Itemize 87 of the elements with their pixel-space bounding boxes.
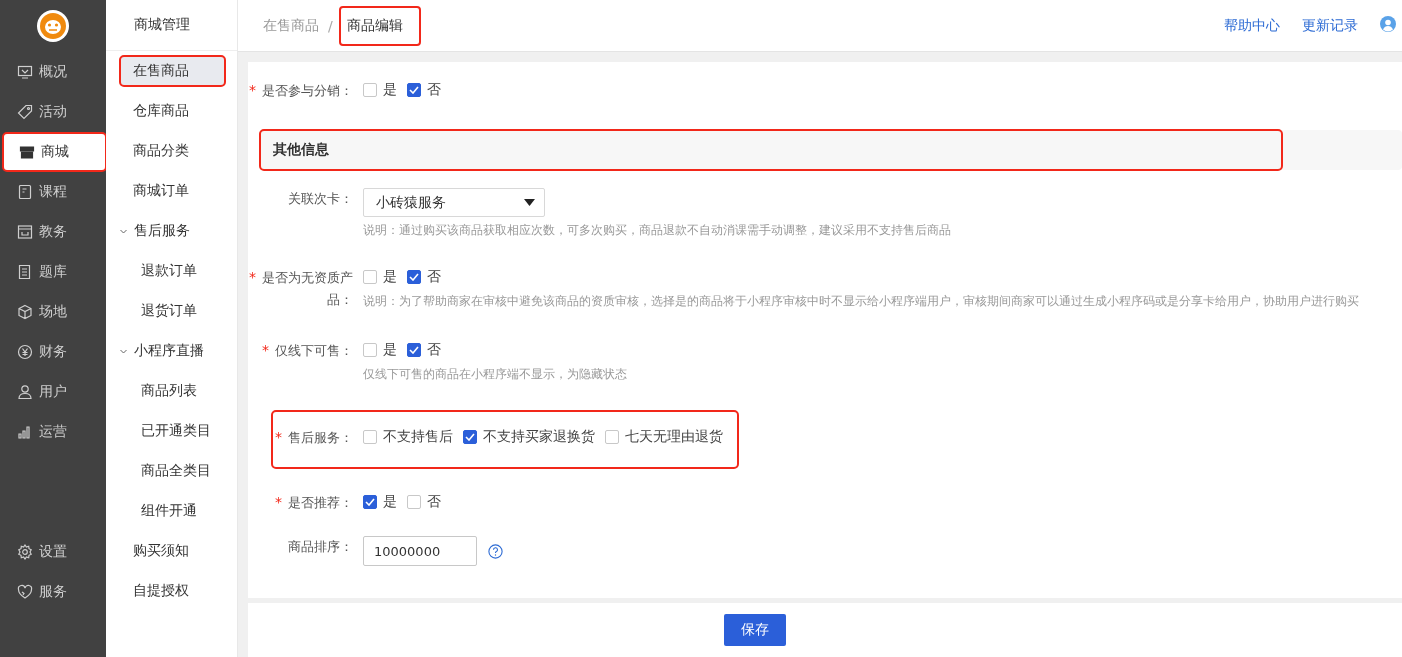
- field-label: 是否为无资质产品：: [262, 270, 353, 307]
- monkey-logo-icon: [37, 10, 69, 42]
- field-label: 关联次卡：: [288, 191, 353, 206]
- checkbox[interactable]: [363, 270, 377, 284]
- checkbox-label: 是: [383, 341, 397, 359]
- checkbox[interactable]: [407, 83, 421, 97]
- field-label: 售后服务：: [288, 430, 353, 445]
- checkbox[interactable]: [363, 83, 377, 97]
- submenu-item[interactable]: 组件开通: [119, 491, 226, 531]
- document-icon: [17, 184, 33, 200]
- required-mark: *: [249, 269, 256, 285]
- checkbox-label: 是: [383, 268, 397, 286]
- save-button[interactable]: 保存: [724, 614, 786, 646]
- checkbox-label: 七天无理由退货: [625, 428, 723, 446]
- checkbox[interactable]: [407, 495, 421, 509]
- checkbox[interactable]: [605, 430, 619, 444]
- nav-item[interactable]: 运营: [0, 412, 106, 452]
- field-note: 说明：通过购买该商品获取相应次数，可多次购买，商品退款不自动消课需手动调整，建议采用不支持售后商品: [363, 223, 951, 238]
- checkbox[interactable]: [407, 270, 421, 284]
- nav-item[interactable]: 教务: [0, 212, 106, 252]
- nav-item[interactable]: 设置: [0, 532, 106, 572]
- checkbox-label: 不支持买家退换货: [483, 428, 595, 446]
- field-note: 说明：为了帮助商家在审核中避免该商品的资质审核，选择是的商品将于小程序审核中时不显示给小程序端用户，审核期间商家可以通过生成小程序码或是分享卡给用户，协助用户进行购买: [363, 294, 1359, 309]
- submenu-item[interactable]: 商品全类目: [119, 451, 226, 491]
- tag-icon: [17, 104, 33, 120]
- checkbox-label: 否: [427, 81, 441, 99]
- nav-item[interactable]: 场地: [0, 292, 106, 332]
- settings-icon: [17, 544, 33, 560]
- field-label: 仅线下可售：: [275, 343, 353, 358]
- required-mark: *: [275, 429, 282, 445]
- avatar-icon[interactable]: [1380, 16, 1396, 32]
- submenu-item[interactable]: 购买须知: [119, 531, 226, 571]
- yen-icon: [17, 344, 33, 360]
- nav-item[interactable]: 用户: [0, 372, 106, 412]
- required-mark: *: [262, 342, 269, 358]
- checkbox-label: 否: [427, 268, 441, 286]
- book-icon: [17, 264, 33, 280]
- field-note: 仅线下可售的商品在小程序端不显示，为隐藏状态: [363, 367, 627, 382]
- submenu-group[interactable]: 售后服务: [106, 211, 237, 251]
- field-label: 是否参与分销：: [262, 83, 353, 98]
- checkbox-label: 是: [383, 493, 397, 511]
- help-icon[interactable]: [488, 543, 503, 559]
- cube-icon: [17, 304, 33, 320]
- store-icon: [19, 144, 35, 160]
- nav-item[interactable]: 服务: [0, 572, 106, 612]
- input-field[interactable]: 10000000: [363, 536, 477, 566]
- submenu-item[interactable]: 商品列表: [119, 371, 226, 411]
- header-link[interactable]: 帮助中心: [1224, 16, 1280, 35]
- checkbox-label: 不支持售后: [383, 428, 453, 446]
- submenu-group[interactable]: 小程序直播: [106, 331, 237, 371]
- submenu-item[interactable]: 退货订单: [119, 291, 226, 331]
- select-field[interactable]: 小砖猿服务: [363, 188, 545, 217]
- required-mark: *: [249, 82, 256, 98]
- dropdown-caret-icon: [524, 199, 535, 206]
- submenu-item[interactable]: 在售商品: [119, 55, 226, 87]
- submenu-item[interactable]: 自提授权: [119, 571, 226, 611]
- submenu-item[interactable]: 退款订单: [119, 251, 226, 291]
- nav-item[interactable]: 活动: [0, 92, 106, 132]
- heart-icon: [17, 584, 33, 600]
- checkbox-label: 是: [383, 81, 397, 99]
- breadcrumb-separator: /: [328, 17, 333, 34]
- submenu-title: 商城管理: [106, 0, 237, 51]
- submenu-item[interactable]: 仓库商品: [119, 91, 226, 131]
- checkbox[interactable]: [363, 343, 377, 357]
- monitor-icon: [17, 64, 33, 80]
- required-mark: *: [275, 494, 282, 510]
- field-label: 是否推荐：: [288, 495, 353, 510]
- user-icon: [17, 384, 33, 400]
- nav-item[interactable]: 概况: [0, 52, 106, 92]
- breadcrumb-item: 商品编辑: [338, 5, 421, 46]
- checkbox-label: 否: [427, 341, 441, 359]
- nav-item[interactable]: 商城: [2, 132, 107, 172]
- calendar-icon: [17, 224, 33, 240]
- header-link[interactable]: 更新记录: [1302, 16, 1358, 35]
- submenu-item[interactable]: 商城订单: [119, 171, 226, 211]
- submenu-item[interactable]: 已开通类目: [119, 411, 226, 451]
- checkbox[interactable]: [407, 343, 421, 357]
- checkbox[interactable]: [363, 495, 377, 509]
- nav-item[interactable]: 题库: [0, 252, 106, 292]
- nav-item[interactable]: 课程: [0, 172, 106, 212]
- submenu-item[interactable]: 商品分类: [119, 131, 226, 171]
- checkbox[interactable]: [363, 430, 377, 444]
- field-label: 商品排序：: [288, 539, 353, 554]
- checkbox-label: 否: [427, 493, 441, 511]
- bar-chart-icon: [17, 424, 33, 440]
- checkbox[interactable]: [463, 430, 477, 444]
- nav-item[interactable]: 财务: [0, 332, 106, 372]
